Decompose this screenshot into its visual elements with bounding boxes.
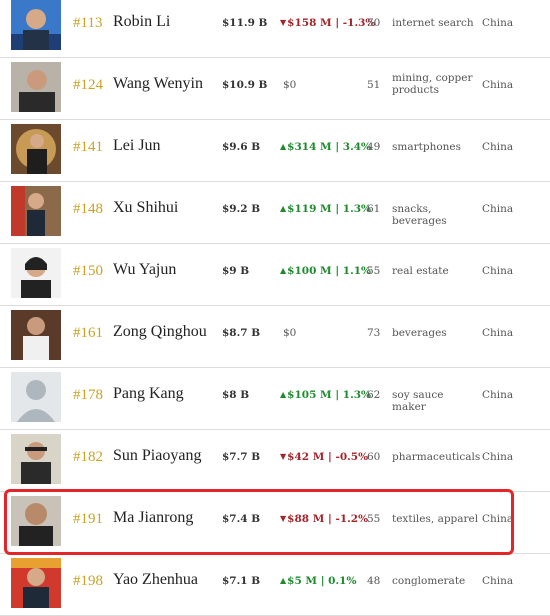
age: 55 [367, 265, 381, 277]
rank: #178 [73, 387, 103, 403]
net-worth: $9.6 B [222, 141, 261, 153]
arrow-down-icon: ▼ [280, 17, 287, 27]
country: China [482, 451, 514, 463]
change-value: $100 M | 1.1% [287, 265, 372, 277]
source-of-wealth: conglomerate [392, 575, 466, 587]
age: 51 [367, 79, 381, 91]
change-value: $158 M | -1.3% [287, 17, 376, 29]
list-item[interactable]: #124 Wang Wenyin $10.9 B $0 51 mining, c… [0, 58, 550, 120]
person-name[interactable]: Zong Qinghou [113, 323, 207, 341]
source-of-wealth: beverages [392, 327, 447, 339]
age: 73 [367, 327, 381, 339]
net-worth: $10.9 B [222, 79, 268, 91]
source-of-wealth: internet search [392, 17, 474, 29]
list-item[interactable]: #113 Robin Li $11.9 B ▼$158 M | -1.3% 50… [0, 0, 550, 58]
avatar[interactable] [11, 0, 61, 50]
daily-change: ▲$119 M | 1.3% [280, 203, 371, 215]
highlight-box [4, 489, 514, 555]
daily-change: ▲$5 M | 0.1% [280, 575, 356, 587]
daily-change: $0 [283, 327, 297, 339]
age: 50 [367, 17, 381, 29]
age: 61 [367, 203, 381, 215]
arrow-up-icon: ▲ [280, 203, 287, 213]
list-item[interactable]: #141 Lei Jun $9.6 B ▲$314 M | 3.4% 49 sm… [0, 120, 550, 182]
age: 48 [367, 575, 381, 587]
source-of-wealth: mining, copper products [392, 72, 473, 96]
rank: #182 [73, 449, 103, 465]
arrow-up-icon: ▲ [280, 575, 287, 585]
net-worth: $9 B [222, 265, 250, 277]
avatar[interactable] [11, 310, 61, 360]
change-value: $42 M | -0.5% [287, 451, 369, 463]
change-value: $105 M | 1.3% [287, 389, 372, 401]
net-worth: $7.7 B [222, 451, 261, 463]
source-of-wealth: snacks, beverages [392, 203, 447, 227]
arrow-down-icon: ▼ [280, 451, 287, 461]
country: China [482, 265, 514, 277]
rank: #161 [73, 325, 103, 341]
country: China [482, 141, 514, 153]
age: 62 [367, 389, 381, 401]
source-of-wealth: smartphones [392, 141, 462, 153]
source-of-wealth: soy sauce maker [392, 389, 444, 413]
net-worth: $7.1 B [222, 575, 261, 587]
list-item[interactable]: #182 Sun Piaoyang $7.7 B ▼$42 M | -0.5% … [0, 430, 550, 492]
person-name[interactable]: Robin Li [113, 13, 170, 31]
rank: #148 [73, 201, 103, 217]
list-item[interactable]: #198 Yao Zhenhua $7.1 B ▲$5 M | 0.1% 48 … [0, 554, 550, 616]
change-value: $314 M | 3.4% [287, 141, 372, 153]
arrow-up-icon: ▲ [280, 141, 287, 151]
person-name[interactable]: Wu Yajun [113, 261, 176, 279]
rank: #150 [73, 263, 103, 279]
list-item[interactable]: #148 Xu Shihui $9.2 B ▲$119 M | 1.3% 61 … [0, 182, 550, 244]
change-value: $5 M | 0.1% [287, 575, 357, 587]
avatar[interactable] [11, 186, 61, 236]
country: China [482, 203, 514, 215]
net-worth: $9.2 B [222, 203, 261, 215]
country: China [482, 389, 514, 401]
rank: #113 [73, 15, 103, 31]
net-worth: $8 B [222, 389, 250, 401]
net-worth: $8.7 B [222, 327, 261, 339]
daily-change: ▲$314 M | 3.4% [280, 141, 371, 153]
rank: #198 [73, 573, 103, 589]
arrow-up-icon: ▲ [280, 265, 287, 275]
source-of-wealth: pharmaceuticals [392, 451, 481, 463]
arrow-up-icon: ▲ [280, 389, 287, 399]
person-name[interactable]: Lei Jun [113, 137, 161, 155]
source-of-wealth: real estate [392, 265, 449, 277]
age: 49 [367, 141, 381, 153]
daily-change: ▼$158 M | -1.3% [280, 17, 375, 29]
list-item[interactable]: #178 Pang Kang $8 B ▲$105 M | 1.3% 62 so… [0, 368, 550, 430]
rank: #141 [73, 139, 103, 155]
avatar[interactable] [11, 372, 61, 422]
daily-change: $0 [283, 79, 297, 91]
avatar[interactable] [11, 558, 61, 608]
daily-change: ▼$42 M | -0.5% [280, 451, 368, 463]
country: China [482, 575, 514, 587]
country: China [482, 17, 514, 29]
rank: #124 [73, 77, 103, 93]
avatar[interactable] [11, 62, 61, 112]
person-name[interactable]: Pang Kang [113, 385, 184, 403]
avatar[interactable] [11, 434, 61, 484]
country: China [482, 79, 514, 91]
country: China [482, 327, 514, 339]
person-name[interactable]: Yao Zhenhua [113, 571, 198, 589]
list-item[interactable]: #161 Zong Qinghou $8.7 B $0 73 beverages… [0, 306, 550, 368]
person-name[interactable]: Sun Piaoyang [113, 447, 201, 465]
person-name[interactable]: Xu Shihui [113, 199, 178, 217]
change-value: $119 M | 1.3% [287, 203, 372, 215]
net-worth: $11.9 B [222, 17, 268, 29]
daily-change: ▲$100 M | 1.1% [280, 265, 371, 277]
avatar[interactable] [11, 124, 61, 174]
person-name[interactable]: Wang Wenyin [113, 75, 203, 93]
age: 60 [367, 451, 381, 463]
list-item[interactable]: #150 Wu Yajun $9 B ▲$100 M | 1.1% 55 rea… [0, 244, 550, 306]
daily-change: ▲$105 M | 1.3% [280, 389, 371, 401]
avatar[interactable] [11, 248, 61, 298]
